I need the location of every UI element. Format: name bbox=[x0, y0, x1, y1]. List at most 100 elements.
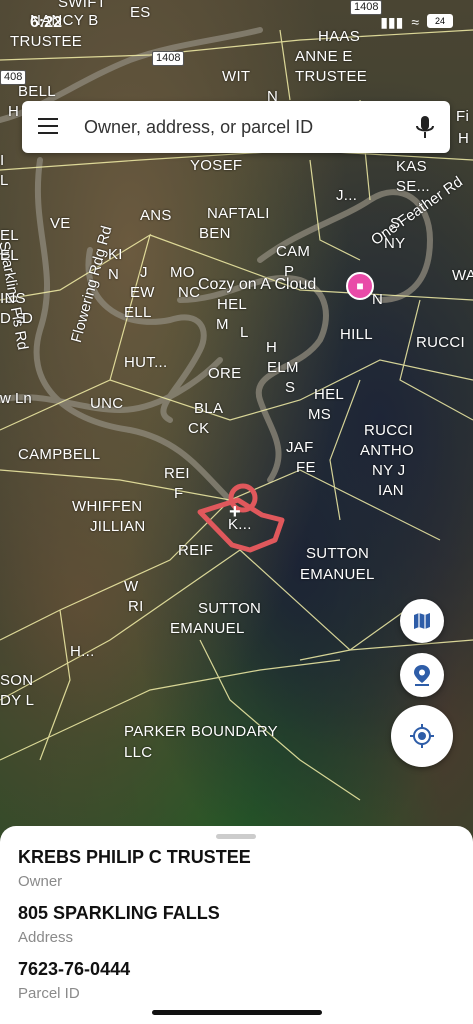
map-layers-button[interactable] bbox=[400, 599, 444, 643]
search-bar bbox=[22, 101, 450, 153]
parcel-label: N bbox=[108, 266, 120, 283]
parcel-label: REI bbox=[164, 465, 190, 482]
parcel-label: D bbox=[22, 310, 34, 327]
parcel-label: DY L bbox=[0, 692, 35, 709]
parcel-label: ANNE E bbox=[295, 48, 353, 65]
parcel-label: SE... bbox=[396, 178, 431, 195]
drop-pin-button[interactable] bbox=[400, 653, 444, 697]
parcel-label: WIT bbox=[222, 68, 251, 85]
parcel-id-value: 7623-76-0444 bbox=[18, 959, 131, 979]
parcel-label: PARKER BOUNDARY bbox=[124, 723, 278, 740]
parcel-label: LLC bbox=[124, 744, 153, 761]
parcel-label: P bbox=[284, 263, 295, 280]
parcel-label: BLA bbox=[194, 400, 224, 417]
parcel-label: HILL bbox=[340, 326, 373, 343]
parcel-label: NY J bbox=[372, 462, 406, 479]
parcel-label: ELM bbox=[267, 359, 299, 376]
microphone-icon[interactable] bbox=[414, 115, 436, 141]
status-icons: ▮▮▮ ≈ 24 bbox=[380, 14, 453, 31]
signal-icon: ▮▮▮ bbox=[380, 14, 404, 30]
parcel-label: EW bbox=[130, 284, 155, 301]
parcel-label: REIF bbox=[178, 542, 214, 559]
parcel-label: H bbox=[458, 130, 470, 147]
parcel-label: H... bbox=[70, 643, 95, 660]
wifi-icon: ≈ bbox=[411, 14, 419, 30]
parcel-label: SUTTON bbox=[198, 600, 262, 617]
parcel-label: KAS bbox=[396, 158, 427, 175]
address-value: 805 SPARKLING FALLS bbox=[18, 903, 220, 923]
home-indicator[interactable] bbox=[152, 1010, 322, 1015]
parcel-label: H bbox=[266, 339, 278, 356]
parcel-label: Fi bbox=[456, 108, 470, 125]
parcel-label: ANTHO bbox=[360, 442, 414, 459]
parcel-label: N bbox=[372, 291, 384, 308]
parcel-label: CAMPBELL bbox=[18, 446, 101, 463]
parcel-id-label: Parcel ID bbox=[18, 985, 80, 1002]
parcel-label: EL bbox=[0, 227, 19, 244]
map-icon bbox=[414, 613, 430, 629]
parcel-label: EL bbox=[0, 247, 19, 264]
parcel-label: H bbox=[8, 103, 20, 120]
parcel-label: BELL bbox=[18, 83, 56, 100]
parcel-label: ORE bbox=[208, 365, 242, 382]
parcel-label: SON bbox=[0, 672, 34, 689]
parcel-label: NY bbox=[384, 235, 406, 252]
parcel-label: JILLIAN bbox=[90, 518, 146, 535]
parcel-label: MO bbox=[170, 264, 195, 281]
parcel-label: JAF bbox=[286, 439, 314, 456]
parcel-label: S bbox=[285, 379, 296, 396]
parcel-label: I bbox=[0, 152, 5, 169]
owner-value: KREBS PHILIP C TRUSTEE bbox=[18, 847, 251, 867]
parcel-label: HEL bbox=[217, 296, 248, 313]
parcel-label: IAN bbox=[378, 482, 404, 499]
parcel-label: S bbox=[390, 215, 401, 232]
parcel-label: VE bbox=[50, 215, 71, 232]
place-label[interactable]: Cozy on A Cloud bbox=[198, 276, 316, 294]
parcel-label: CAM bbox=[276, 243, 311, 260]
parcel-label: L bbox=[0, 172, 9, 189]
parcel-label: NC bbox=[178, 284, 201, 301]
parcel-label: F bbox=[174, 485, 184, 502]
parcel-label: ANS bbox=[140, 207, 172, 224]
location-pin-icon bbox=[414, 665, 430, 686]
parcel-label: WA bbox=[452, 267, 473, 284]
parcel-label: BEN bbox=[199, 225, 231, 242]
parcel-label: RI bbox=[128, 598, 144, 615]
parcel-label: TRUSTEE bbox=[295, 68, 368, 85]
parcel-label: SUTTON bbox=[306, 545, 370, 562]
parcel-label: RUCCI bbox=[364, 422, 413, 439]
parcel-label: HUT... bbox=[124, 354, 168, 371]
parcel-label: ELL bbox=[124, 304, 152, 321]
parcel-label: UNC bbox=[90, 395, 124, 412]
battery-icon: 24 bbox=[427, 14, 453, 28]
parcel-label: W bbox=[124, 578, 139, 595]
parcel-label: J... bbox=[336, 187, 358, 204]
parcel-label: EMANUEL bbox=[170, 620, 245, 637]
address-label: Address bbox=[18, 929, 74, 946]
my-location-icon bbox=[410, 724, 434, 748]
hotel-pin-icon[interactable]: ■ bbox=[346, 272, 374, 300]
parcel-label: L bbox=[240, 324, 249, 341]
parcel-label: MS bbox=[308, 406, 332, 423]
parcel-label: YOSEF bbox=[190, 157, 243, 174]
my-location-button[interactable] bbox=[391, 705, 453, 767]
menu-icon[interactable] bbox=[38, 118, 58, 136]
parcel-label: INS bbox=[0, 290, 26, 307]
parcel-label: KI bbox=[108, 246, 123, 263]
road-name: w Ln bbox=[0, 390, 32, 407]
parcel-label: J bbox=[140, 264, 148, 281]
status-time: 6:22 bbox=[30, 14, 63, 31]
parcel-label: EMANUEL bbox=[300, 566, 375, 583]
parcel-label: NAFTALI bbox=[207, 205, 270, 222]
search-input[interactable] bbox=[84, 101, 404, 153]
parcel-label: WHIFFEN bbox=[72, 498, 143, 515]
crosshair-icon: + bbox=[229, 501, 241, 523]
sheet-drag-handle[interactable] bbox=[216, 834, 256, 839]
parcel-label: RUCCI bbox=[416, 334, 465, 351]
parcel-label: M bbox=[216, 316, 229, 333]
parcel-label: CK bbox=[188, 420, 210, 437]
owner-label: Owner bbox=[18, 873, 63, 890]
parcel-details-sheet[interactable]: KREBS PHILIP C TRUSTEE Owner 805 SPARKLI… bbox=[0, 826, 473, 1024]
parcel-label: FE bbox=[296, 459, 316, 476]
status-bar: 6:22 ▮▮▮ ≈ 24 bbox=[0, 0, 473, 40]
